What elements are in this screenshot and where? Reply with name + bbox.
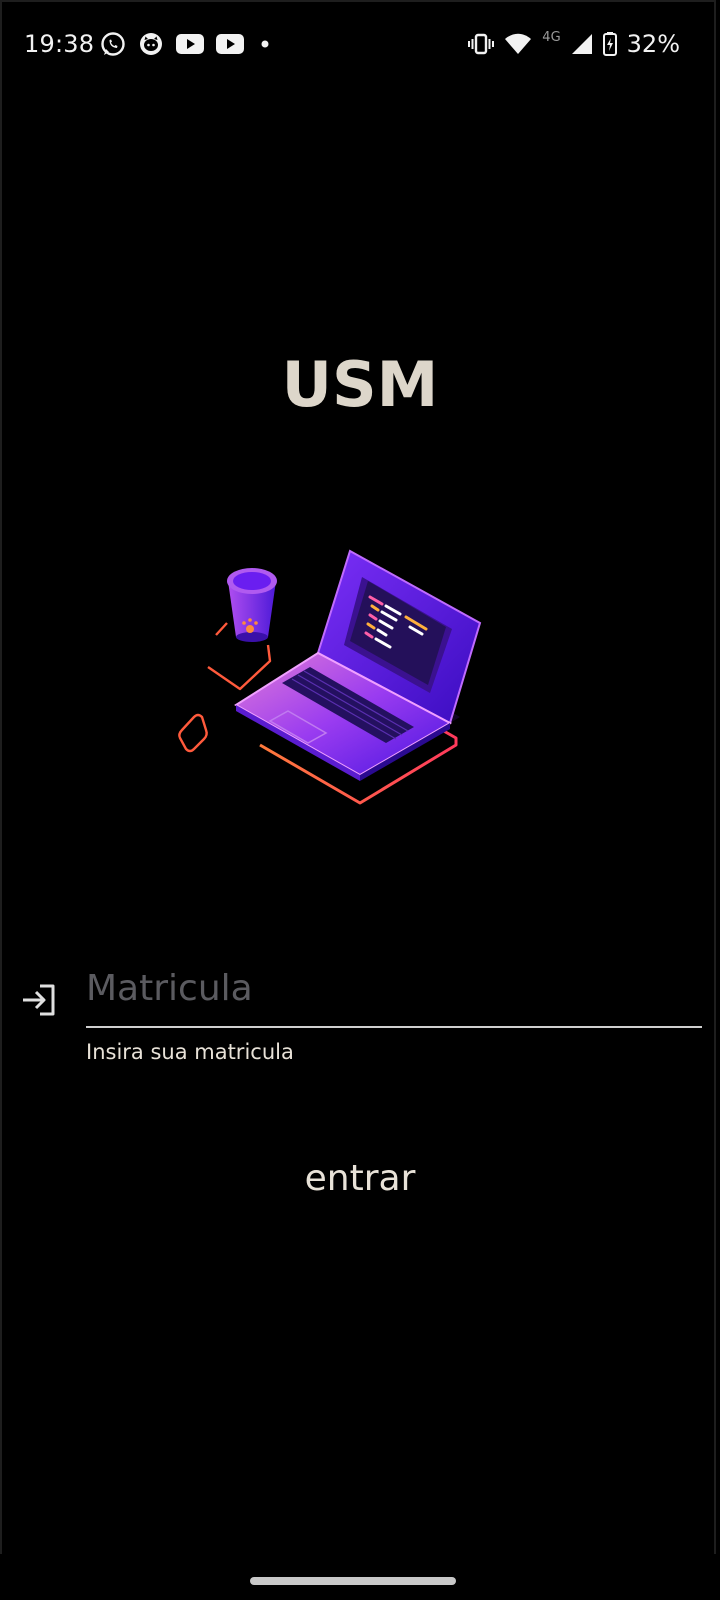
matricula-input[interactable]: [86, 950, 702, 1028]
dot-icon: [261, 40, 269, 48]
battery-percent: 32%: [626, 30, 680, 58]
network-type-label: 4G: [542, 29, 561, 45]
github-icon: [140, 33, 162, 55]
status-bar: 19:38 4G 32%: [0, 20, 720, 68]
home-indicator[interactable]: [250, 1577, 456, 1585]
laptop-coffee-illustration: [178, 549, 482, 805]
wifi-icon: [505, 33, 532, 54]
matricula-helper-text: Insira sua matricula: [86, 1040, 294, 1064]
notification-icons: [100, 26, 274, 62]
enter-button[interactable]: entrar: [260, 1148, 460, 1208]
youtube-icon: [176, 34, 204, 54]
app-title: USM: [281, 348, 439, 421]
signal-icon: [571, 34, 592, 54]
whatsapp-icon: [101, 32, 125, 56]
system-icons: 4G 32%: [468, 26, 680, 62]
battery-charging-icon: [602, 32, 617, 56]
vibrate-icon: [468, 33, 495, 55]
login-arrow-icon: [23, 984, 55, 1016]
youtube-icon: [216, 34, 244, 54]
status-time: 19:38: [24, 30, 95, 58]
